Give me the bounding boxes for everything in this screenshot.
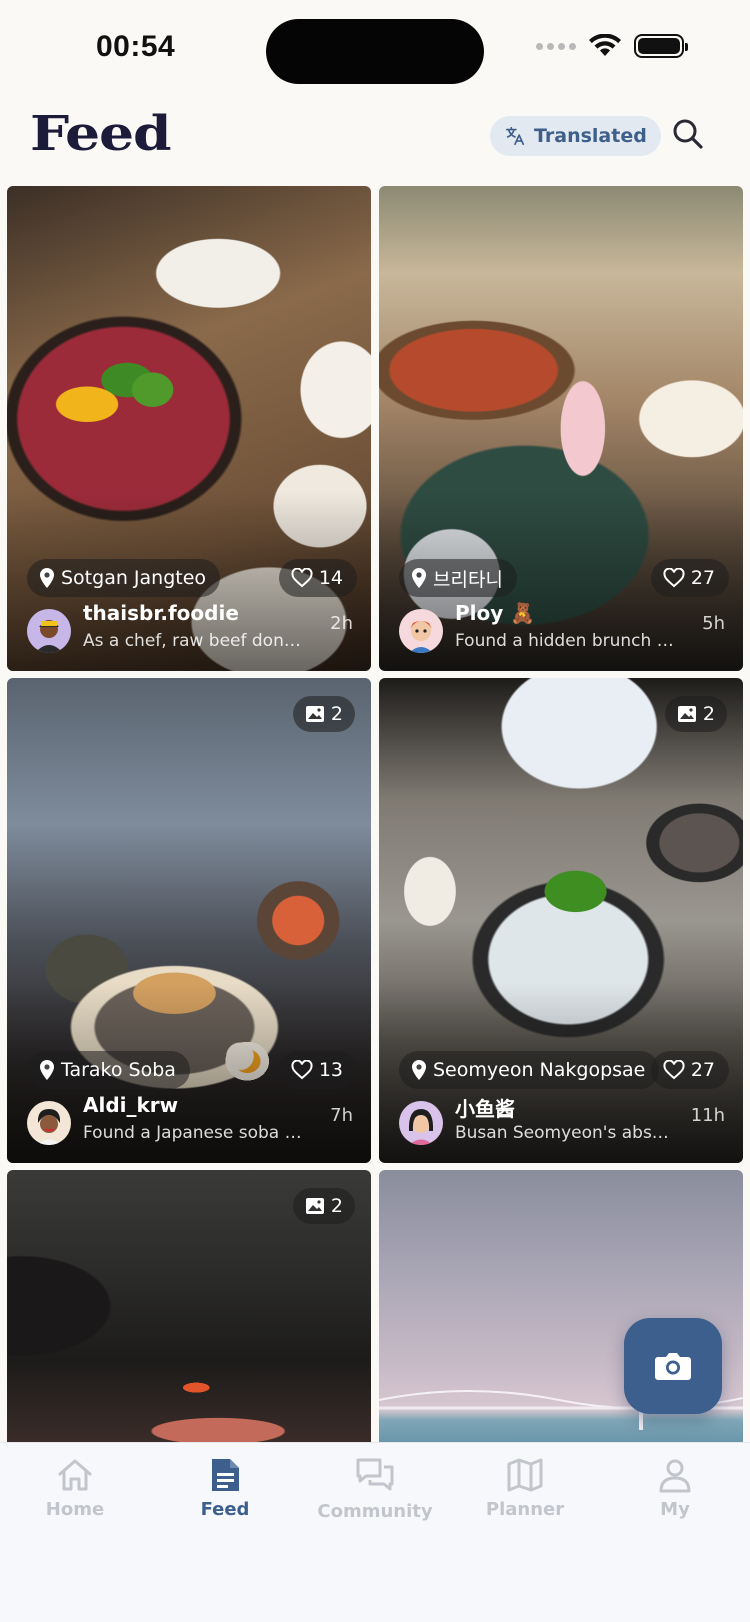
post-caption: Found a Japanese soba sp... xyxy=(83,1123,303,1143)
heart-icon xyxy=(291,1060,313,1080)
post-time: 5h xyxy=(702,613,725,634)
author-name: Ploy 🧸 xyxy=(455,601,536,625)
like-button[interactable]: 27 xyxy=(650,1051,729,1089)
location-badge[interactable]: 브리타니 xyxy=(399,559,517,597)
image-count: 2 xyxy=(330,703,343,725)
image-count: 2 xyxy=(702,703,715,725)
feed-card[interactable]: 2 Tarako Soba 13 Aldi_krw Found a Japane… xyxy=(7,678,371,1163)
header: Feed Translated xyxy=(0,100,750,180)
location-name: 브리타니 xyxy=(433,568,503,591)
tab-label: Community xyxy=(317,1501,433,1522)
location-badge[interactable]: Tarako Soba xyxy=(27,1051,190,1089)
post-caption: Busan Seomyeon's absol... xyxy=(455,1123,675,1143)
tab-label: Home xyxy=(45,1499,105,1520)
image-count-badge: 2 xyxy=(664,696,727,732)
dynamic-island xyxy=(266,19,484,84)
location-name: Seomyeon Nakgopsae xyxy=(433,1059,646,1081)
image-count: 2 xyxy=(330,1195,343,1217)
feed-card[interactable]: 2 xyxy=(7,1170,371,1442)
heart-icon xyxy=(663,1060,685,1080)
translate-icon xyxy=(505,126,525,146)
gallery-icon xyxy=(305,706,324,722)
tab-label: Planner xyxy=(485,1499,565,1520)
post-caption: Found a hidden brunch sp... xyxy=(455,631,675,651)
map-icon xyxy=(507,1458,543,1492)
feed-card[interactable]: Sotgan Jangteo 14 thaisbr.foodie As a ch… xyxy=(7,186,371,671)
location-pin-icon xyxy=(412,1060,426,1080)
post-caption: As a chef, raw beef done ri... xyxy=(83,631,303,651)
like-button[interactable]: 14 xyxy=(278,559,357,597)
like-count: 27 xyxy=(690,567,715,589)
tab-home[interactable]: Home xyxy=(0,1457,150,1520)
location-pin-icon xyxy=(40,1060,54,1080)
location-pin-icon xyxy=(412,568,426,588)
author-name: thaisbr.foodie xyxy=(83,601,239,625)
like-count: 13 xyxy=(318,1059,343,1081)
wifi-icon xyxy=(589,34,621,56)
camera-button[interactable] xyxy=(624,1318,722,1414)
author-name: 小鱼酱 xyxy=(455,1097,515,1121)
location-badge[interactable]: Seomyeon Nakgopsae xyxy=(399,1051,660,1089)
post-time: 7h xyxy=(330,1105,353,1126)
feed-icon xyxy=(212,1459,239,1491)
gallery-icon xyxy=(305,1198,324,1214)
status-icons xyxy=(536,34,688,58)
tab-label: Feed xyxy=(200,1499,250,1520)
tab-feed[interactable]: Feed xyxy=(150,1457,300,1520)
author-row[interactable]: thaisbr.foodie As a chef, raw beef done … xyxy=(27,601,353,655)
cellular-signal-icon xyxy=(536,42,576,50)
avatar xyxy=(399,609,443,653)
bottom-tab-bar: Home Feed Community Planner My xyxy=(0,1442,750,1622)
feed-card[interactable]: 2 Seomyeon Nakgopsae 27 小鱼酱 Busan Seomye… xyxy=(379,678,743,1163)
status-bar: 00:54 xyxy=(0,0,750,100)
author-row[interactable]: 小鱼酱 Busan Seomyeon's absol... 11h xyxy=(399,1097,725,1147)
heart-icon xyxy=(663,568,685,588)
like-count: 14 xyxy=(318,567,343,589)
location-name: Tarako Soba xyxy=(61,1059,176,1081)
heart-icon xyxy=(291,568,313,588)
tab-label: My xyxy=(660,1499,690,1520)
home-icon xyxy=(58,1459,92,1491)
avatar xyxy=(399,1101,443,1145)
gallery-icon xyxy=(677,706,696,722)
tab-planner[interactable]: Planner xyxy=(450,1457,600,1520)
like-button[interactable]: 27 xyxy=(650,559,729,597)
author-name: Aldi_krw xyxy=(83,1093,179,1117)
avatar xyxy=(27,609,71,653)
tab-community[interactable]: Community xyxy=(300,1457,450,1522)
feed-card[interactable]: 브리타니 27 Ploy 🧸 Found a hidden brunch sp.… xyxy=(379,186,743,671)
status-time: 00:54 xyxy=(96,30,176,63)
battery-icon xyxy=(634,34,688,58)
image-count-badge: 2 xyxy=(292,696,355,732)
person-icon xyxy=(659,1459,691,1493)
search-icon[interactable] xyxy=(668,114,708,154)
translated-toggle[interactable]: Translated xyxy=(490,116,661,156)
avatar xyxy=(27,1101,71,1145)
location-badge[interactable]: Sotgan Jangteo xyxy=(27,559,221,597)
page-title: Feed xyxy=(30,106,172,162)
camera-icon xyxy=(655,1353,691,1380)
community-icon xyxy=(356,1458,394,1491)
like-count: 27 xyxy=(690,1059,715,1081)
post-time: 11h xyxy=(690,1105,725,1126)
post-time: 2h xyxy=(330,613,353,634)
like-button[interactable]: 13 xyxy=(278,1051,357,1089)
translated-label: Translated xyxy=(534,125,647,147)
location-pin-icon xyxy=(40,568,54,588)
image-count-badge: 2 xyxy=(292,1188,355,1224)
author-row[interactable]: Ploy 🧸 Found a hidden brunch sp... 5h xyxy=(399,601,725,655)
tab-my[interactable]: My xyxy=(600,1457,750,1520)
location-name: Sotgan Jangteo xyxy=(61,567,207,589)
author-row[interactable]: Aldi_krw Found a Japanese soba sp... 7h xyxy=(27,1093,353,1147)
